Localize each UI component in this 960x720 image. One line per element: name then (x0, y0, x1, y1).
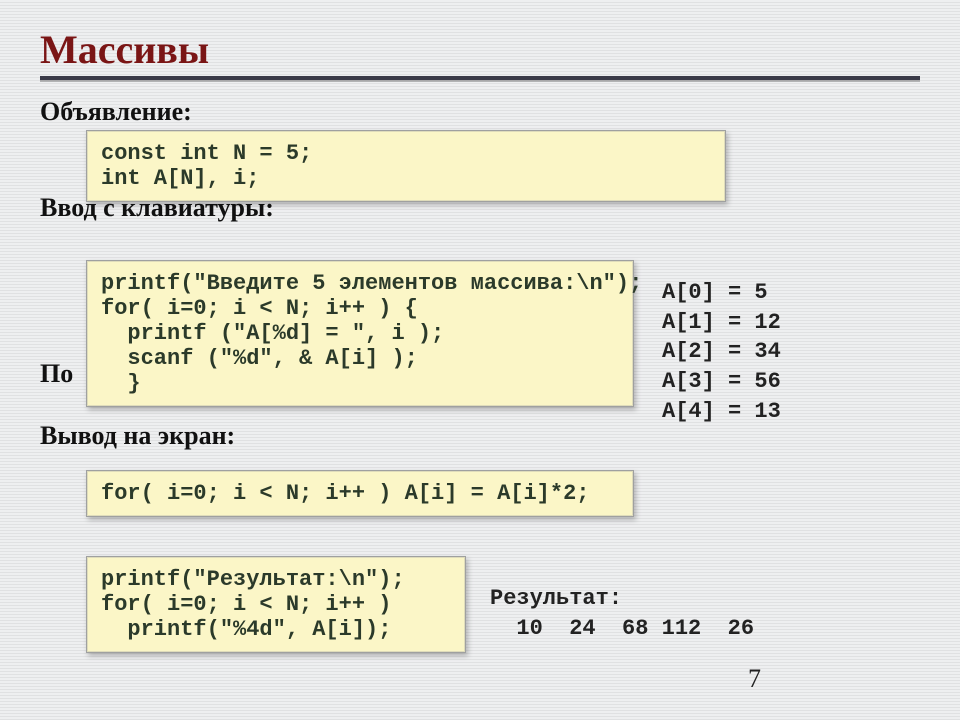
page-number: 7 (748, 664, 761, 694)
title-underline (40, 76, 920, 82)
result-values: 10 24 68 112 26 (490, 616, 754, 641)
code-read-input: printf("Введите 5 элементов массива:\n")… (86, 260, 634, 407)
label-screen-output: Вывод на экран: (40, 420, 235, 453)
result-label: Результат: (490, 586, 622, 611)
code-print-result: printf("Результат:\n"); for( i=0; i < N;… (86, 556, 466, 653)
code-transform: for( i=0; i < N; i++ ) A[i] = A[i]*2; (86, 470, 634, 517)
code-declaration: const int N = 5; int A[N], i; (86, 130, 726, 202)
slide: Массивы Объявление: Ввод с клавиатуры: П… (0, 0, 960, 720)
label-partial: По (40, 358, 73, 391)
page-title: Массивы (40, 26, 920, 73)
sample-input-values: A[0] = 5 A[1] = 12 A[2] = 34 A[3] = 56 A… (662, 278, 781, 426)
label-declaration: Объявление: (40, 96, 192, 129)
